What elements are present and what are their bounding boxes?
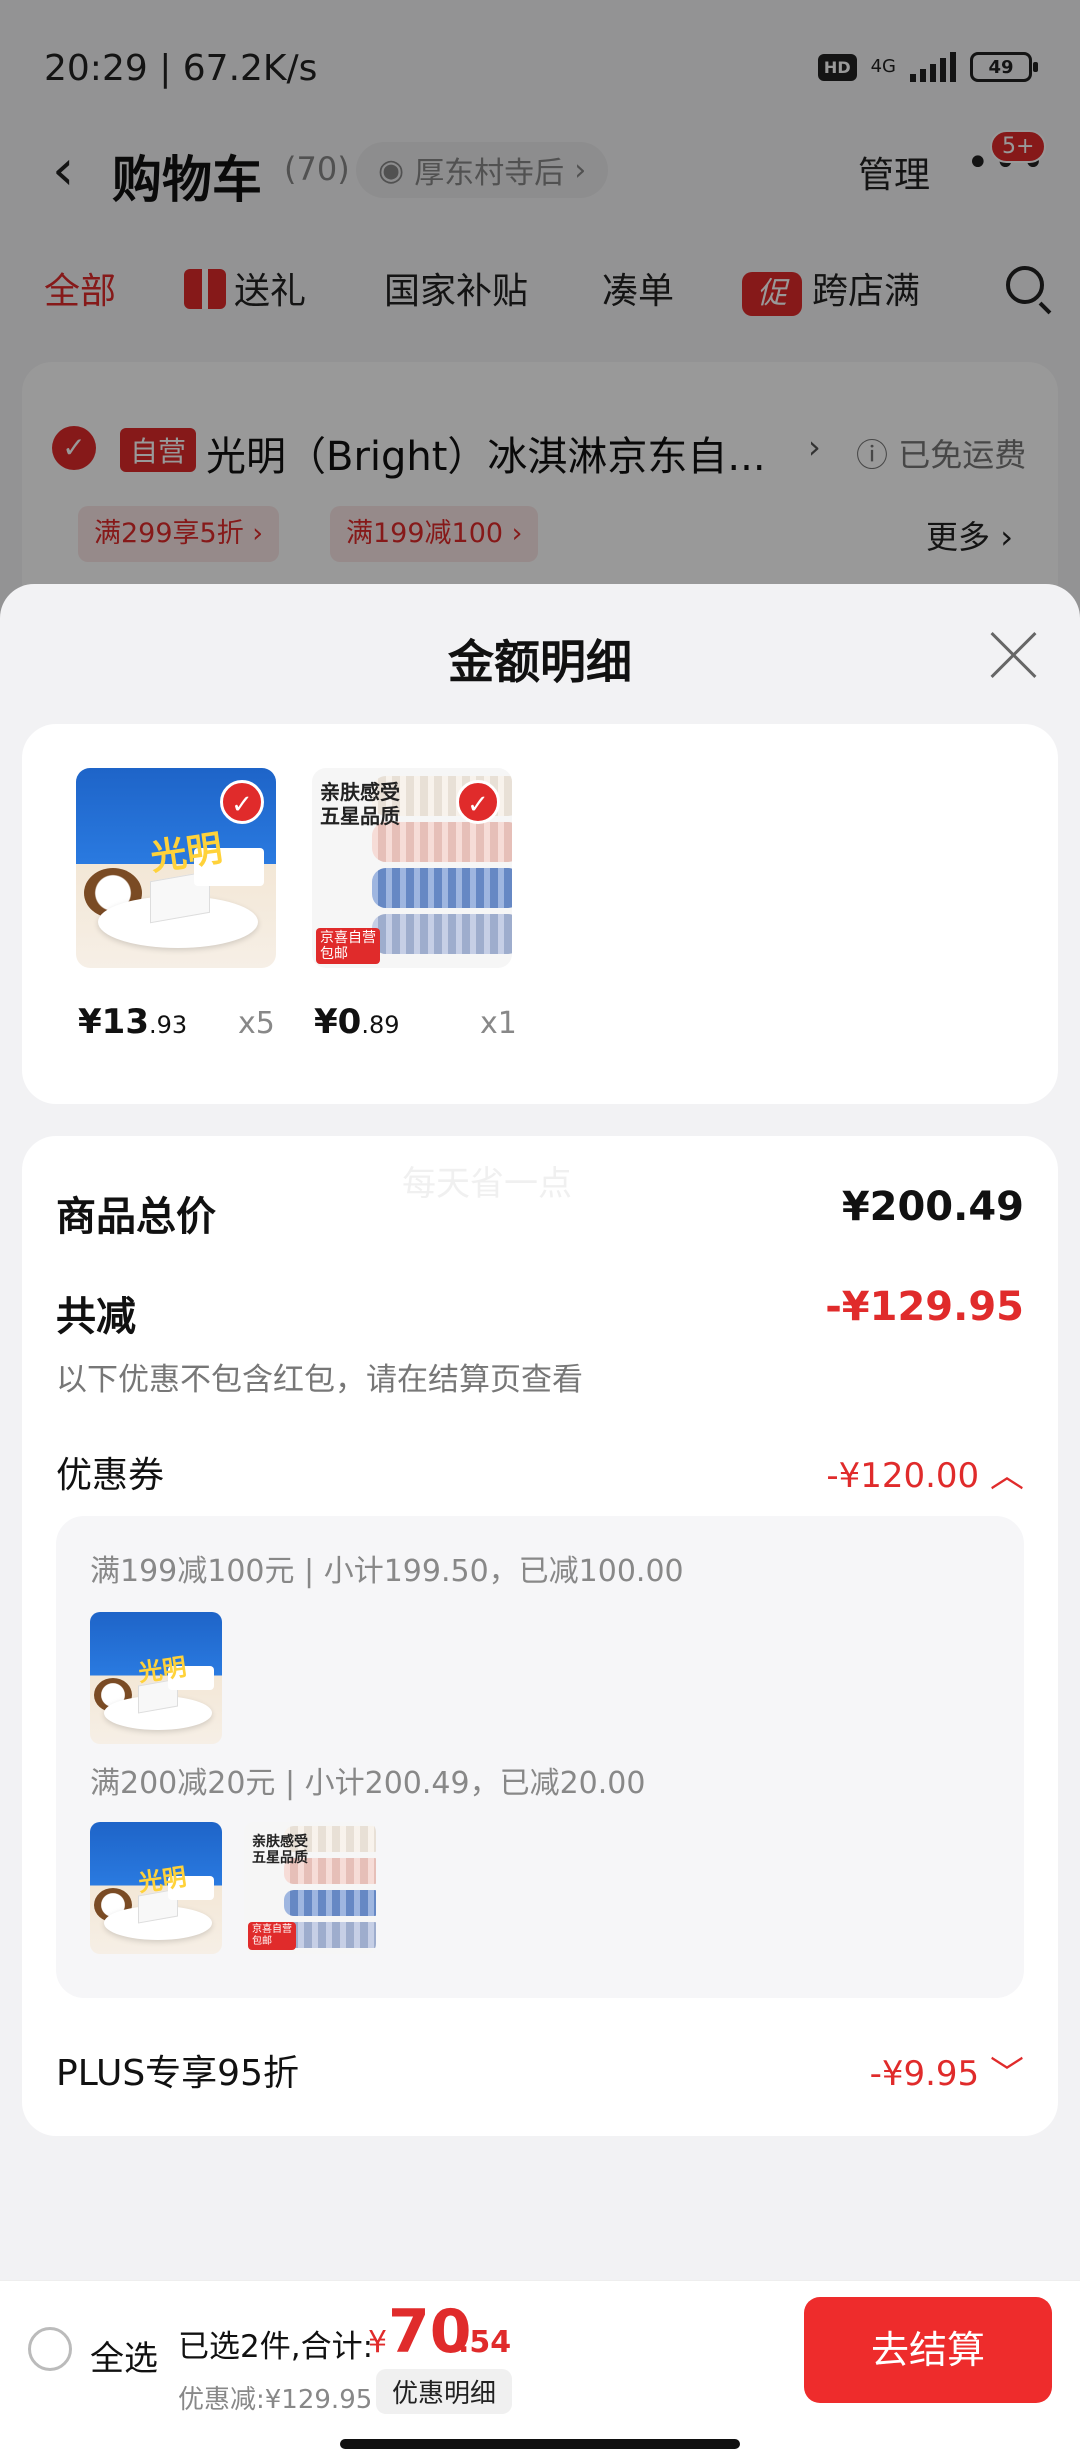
discount-detail-button[interactable]: 优惠明细 [376,2369,513,2414]
coupon-label: 优惠券 [56,1455,165,1496]
plus-discount-value: -¥9.95 [869,2054,980,2094]
reduce-value: -¥129.95 [825,1284,1024,1330]
product-price: ¥13.93 [78,1002,188,1042]
coupon-detail-box: 满199减100元 | 小计199.50，已减100.00 光明 满200减20… [56,1516,1024,1998]
watermark: 每天省一点 [402,1164,572,1204]
plus-discount-toggle[interactable]: -¥9.95 ﹀ [870,2046,1024,2095]
check-icon[interactable]: ✓ [456,780,500,824]
goods-card: 光明 ✓ 亲肤感受 五星品质 京喜自营 包邮 ✓ ¥13.93 x5 ¥0.89 x… [22,724,1058,1104]
selected-summary: 已选2件,合计: [178,2329,374,2365]
checkout-bar: 全选 已选2件,合计: ¥ 70 .54 优惠减:¥129.95 优惠明细 去结… [0,2280,1080,2460]
coupon-product-image: 光明 [90,1822,222,1954]
checkout-button[interactable]: 去结算 [804,2297,1052,2403]
product-image-icecream[interactable]: 光明 ✓ [76,768,276,968]
chevron-up-icon: ︿ [990,1456,1024,1496]
product-image-towel[interactable]: 亲肤感受 五星品质 京喜自营 包邮 ✓ [312,768,512,968]
product-qty: x5 [238,1006,275,1041]
total-price-label: 商品总价 [56,1194,216,1240]
coupon-line: 满199减100元 | 小计199.50，已减100.00 [90,1554,684,1589]
product-qty: x1 [480,1006,517,1041]
coupon-value: -¥120.00 [826,1456,980,1496]
total-price-value: ¥200.49 [841,1184,1024,1230]
chevron-down-icon: ﹀ [990,2054,1024,2094]
coupon-line: 满200减20元 | 小计200.49，已减20.00 [90,1766,646,1801]
price-breakdown-card: 每天省一点 商品总价 ¥200.49 共减 -¥129.95 以下优惠不包含红包… [22,1136,1058,2136]
reduce-note: 以下优惠不包含红包，请在结算页查看 [56,1362,583,1398]
plus-discount-label: PLUS专享95折 [56,2053,299,2094]
check-icon[interactable]: ✓ [220,780,264,824]
select-all-radio[interactable] [28,2327,72,2371]
total-currency: ¥ [368,2325,388,2360]
product-price: ¥0.89 [314,1002,400,1042]
reduce-label: 共减 [56,1294,136,1340]
select-all-label[interactable]: 全选 [90,2331,158,2380]
amount-detail-sheet: 金额明细 光明 ✓ 亲肤感受 五星品质 京喜自营 包邮 ✓ ¥13.93 x5 ¥0… [0,584,1080,2460]
close-icon[interactable] [988,630,1038,680]
discount-summary: 优惠减:¥129.95 [178,2385,373,2415]
coupon-toggle[interactable]: -¥120.00 ︿ [826,1448,1024,1497]
coupon-product-image: 亲肤感受 五星品质 京喜自营 包邮 [244,1822,376,1954]
sheet-title: 金额明细 [448,635,632,689]
home-indicator [340,2439,740,2449]
coupon-product-image: 光明 [90,1612,222,1744]
total-amount-decimal: .54 [458,2325,512,2360]
